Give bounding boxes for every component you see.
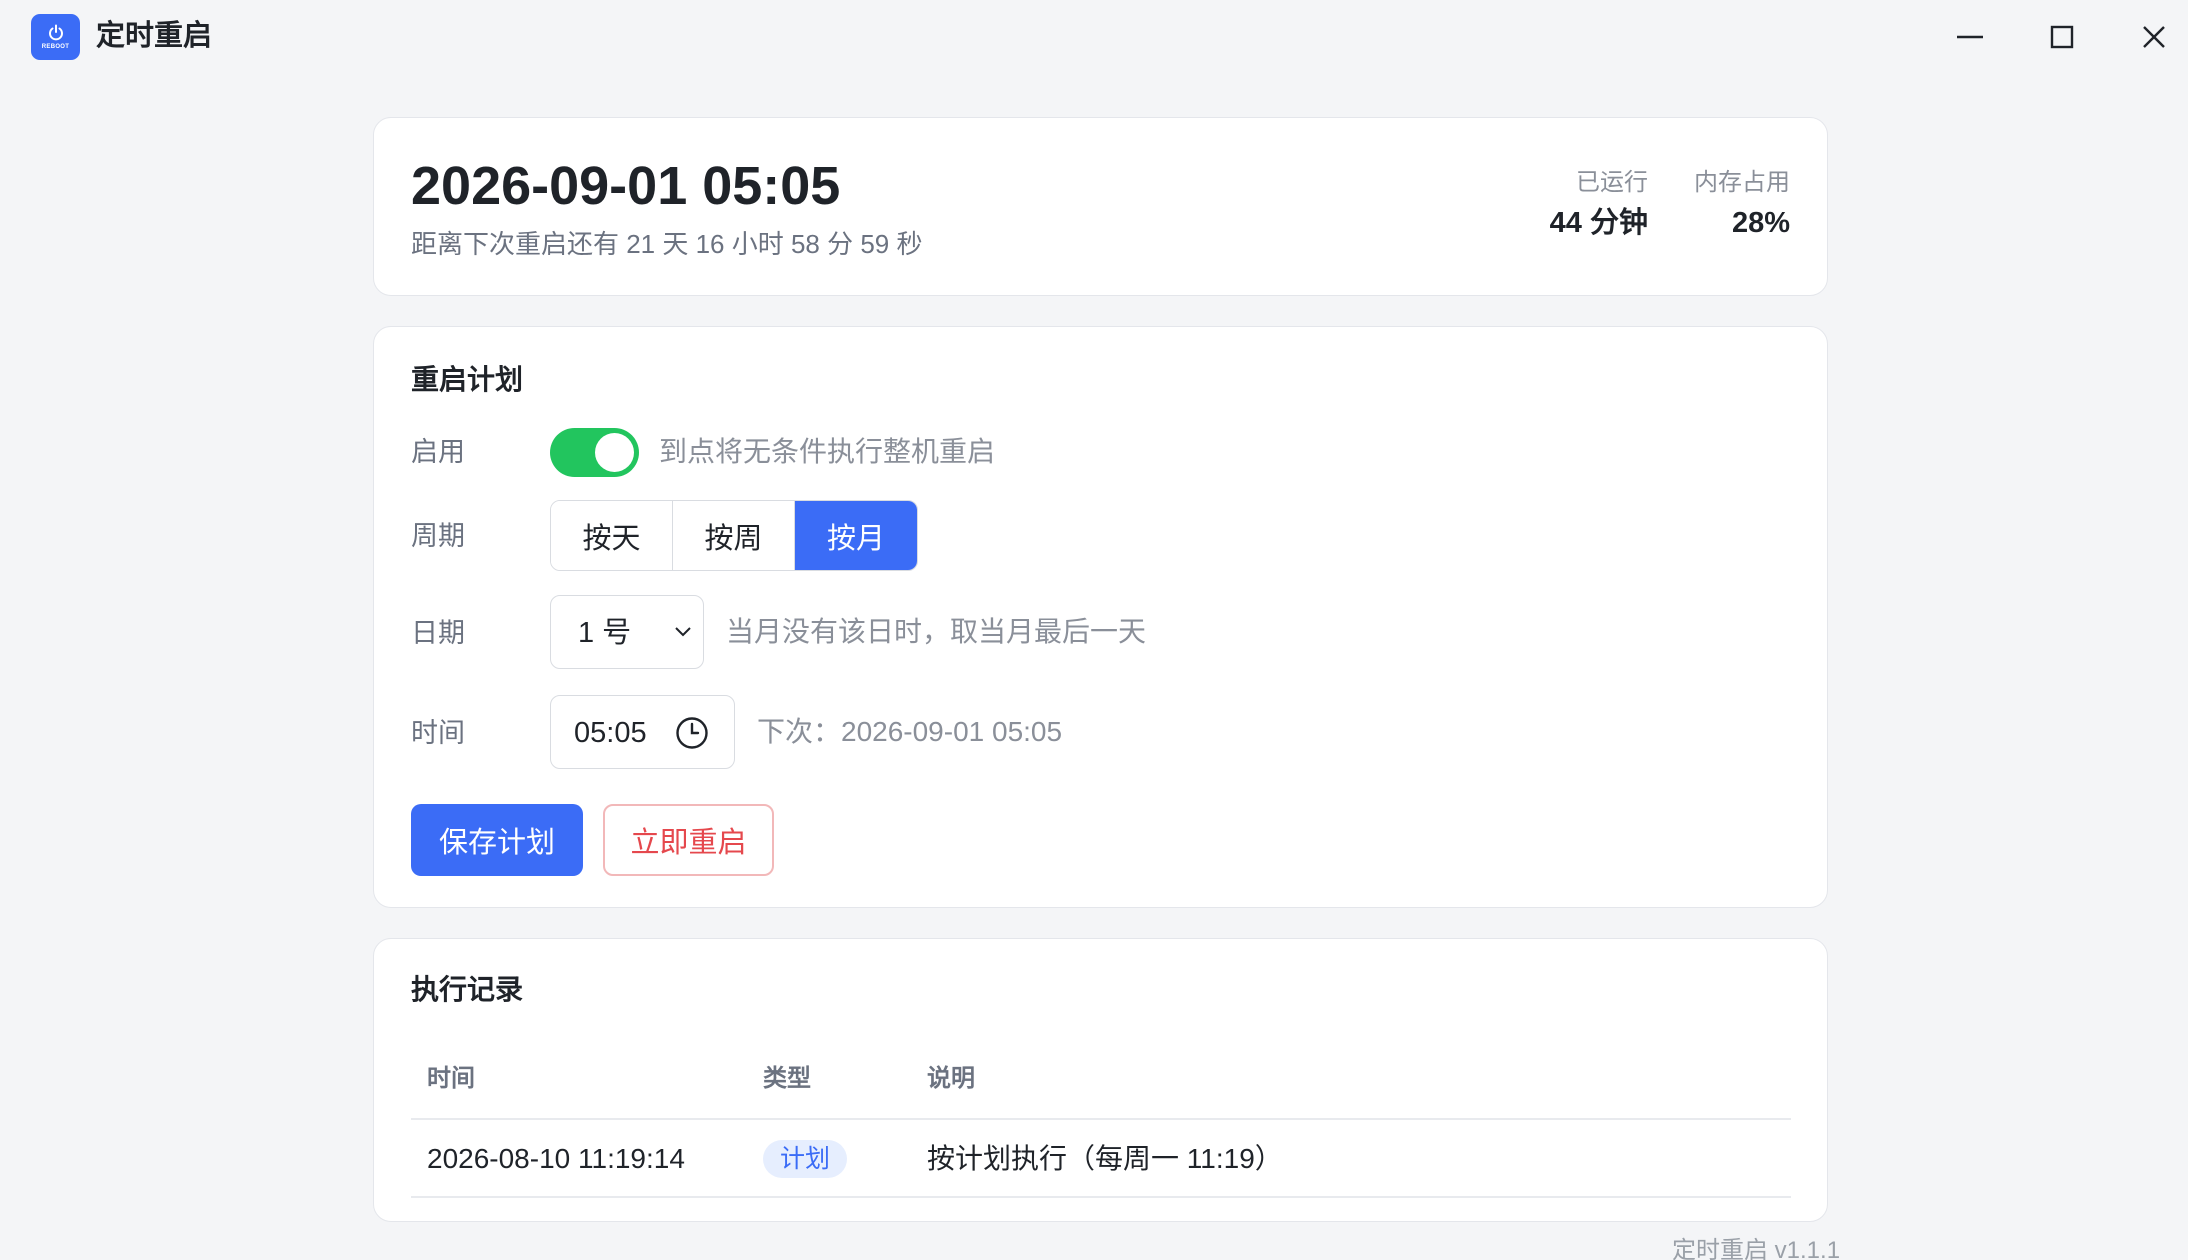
log-heading: 执行记录	[411, 974, 524, 1005]
close-button[interactable]	[2124, 12, 2184, 62]
period-segmented-control: 按天 按周 按月	[550, 500, 918, 571]
countdown-text: 距离下次重启还有 21 天 16 小时 58 分 59 秒	[411, 229, 923, 259]
chevron-down-icon	[675, 627, 691, 637]
close-icon	[2143, 26, 2165, 48]
app-icon: REBOOT	[31, 14, 80, 60]
uptime-label: 已运行	[1576, 169, 1648, 196]
toggle-knob	[595, 433, 634, 472]
time-label: 时间	[411, 718, 465, 748]
column-header-time: 时间	[427, 1065, 475, 1092]
memory-value: 28%	[1731, 207, 1790, 239]
table-header: 时间 类型 说明	[411, 1042, 1791, 1120]
log-row-desc: 按计划执行（每周一 11:19）	[927, 1143, 1283, 1174]
period-label: 周期	[411, 521, 465, 551]
maximize-button[interactable]	[2032, 12, 2092, 62]
plan-heading: 重启计划	[411, 364, 524, 395]
period-option-monthly[interactable]: 按月	[795, 501, 917, 570]
time-input[interactable]: 05:05	[550, 695, 735, 769]
app-icon-label: REBOOT	[41, 44, 70, 50]
maximize-icon	[2050, 25, 2074, 49]
date-select[interactable]: 1 号	[550, 595, 704, 669]
table-row: 2026-08-10 11:19:14 计划 按计划执行（每周一 11:19）	[411, 1120, 1791, 1198]
uptime-value: 44 分钟	[1549, 207, 1648, 239]
reboot-now-button[interactable]: 立即重启	[603, 804, 774, 876]
minimize-button[interactable]	[1940, 12, 2000, 62]
clock-icon[interactable]	[675, 716, 709, 750]
next-reboot-datetime: 2026-09-01 05:05	[411, 156, 841, 216]
date-select-value: 1 号	[578, 617, 632, 649]
log-row-type-badge: 计划	[763, 1140, 848, 1178]
window-title: 定时重启	[96, 20, 213, 52]
log-card: 执行记录 时间 类型 说明 2026-08-10 11:19:14 计划 按计划…	[373, 938, 1828, 1222]
column-header-type: 类型	[763, 1065, 811, 1092]
time-input-value: 05:05	[574, 717, 647, 749]
version-footer: 定时重启 v1.1.1	[1672, 1237, 1841, 1260]
date-label: 日期	[411, 618, 465, 648]
log-row-time: 2026-08-10 11:19:14	[427, 1143, 685, 1174]
uptime-stat: 已运行 44 分钟	[1550, 168, 1648, 241]
next-run-hint: 下次：2026-09-01 05:05	[757, 716, 1063, 747]
power-icon	[48, 24, 63, 41]
status-card: 2026-09-01 05:05 距离下次重启还有 21 天 16 小时 58 …	[373, 117, 1828, 296]
plan-card: 重启计划 启用 到点将无条件执行整机重启 周期 按天 按周 按月 日期 1 号 …	[373, 326, 1828, 908]
log-table: 时间 类型 说明 2026-08-10 11:19:14 计划 按计划执行（每周…	[411, 1042, 1791, 1198]
enable-hint: 到点将无条件执行整机重启	[659, 436, 996, 467]
period-option-weekly[interactable]: 按周	[673, 501, 795, 570]
column-header-desc: 说明	[927, 1065, 975, 1092]
save-plan-button[interactable]: 保存计划	[411, 804, 583, 876]
period-option-daily[interactable]: 按天	[551, 501, 673, 570]
minimize-icon	[1957, 35, 1983, 39]
title-bar: REBOOT 定时重启	[0, 0, 2188, 78]
memory-label: 内存占用	[1694, 169, 1790, 196]
memory-stat: 内存占用 28%	[1694, 168, 1790, 241]
enable-toggle[interactable]	[550, 428, 639, 477]
enable-label: 启用	[411, 437, 465, 467]
date-hint: 当月没有该日时，取当月最后一天	[726, 616, 1147, 647]
